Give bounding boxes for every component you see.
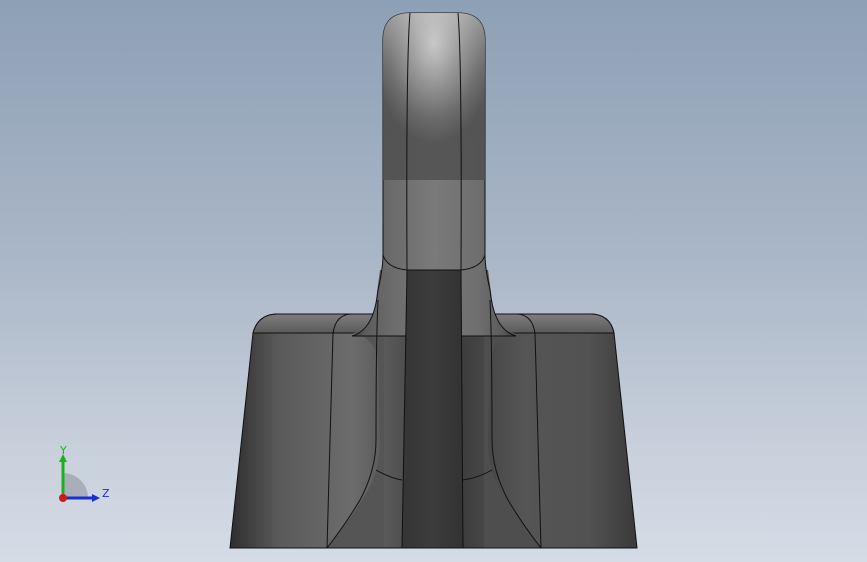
z-axis-label: Z [102,487,110,500]
part-model[interactable] [0,0,867,562]
stem-neck [401,269,464,549]
x-axis-dot [59,494,67,502]
z-arrow-icon [92,494,100,502]
view-orientation-triad: Y Z [59,444,110,502]
y-axis-label: Y [59,444,67,457]
triad-plane [63,473,88,498]
graphics-viewport[interactable]: Y Z [0,0,867,562]
